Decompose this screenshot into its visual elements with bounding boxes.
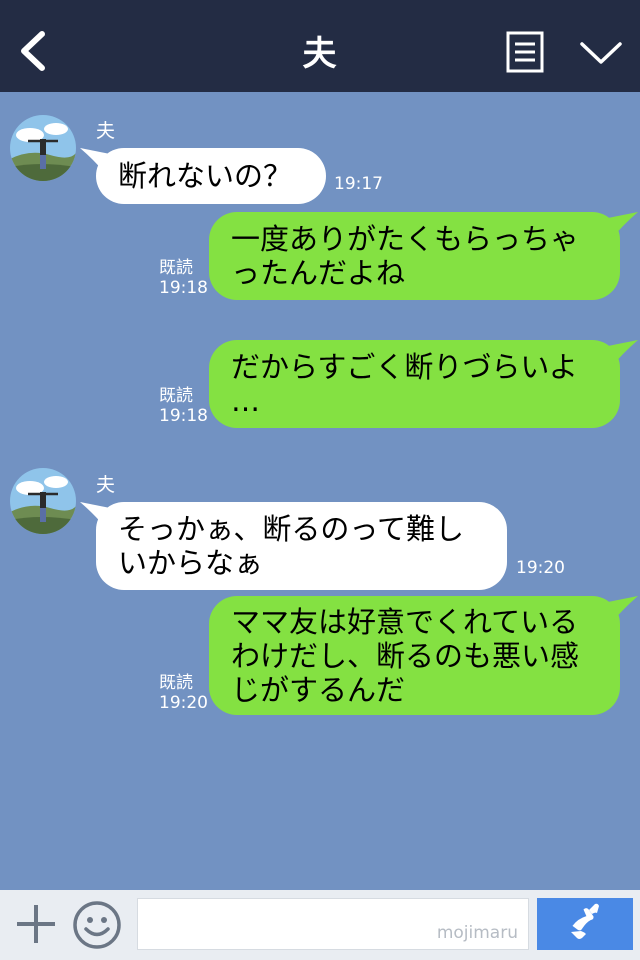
read-status: 既読 <box>159 386 193 406</box>
message-line: ママ友は好意でくれている <box>231 605 579 639</box>
message-time: 19:18 <box>159 406 208 426</box>
message-bubble[interactable]: 一度ありがたくもらっちゃ ったんだよね <box>209 212 638 300</box>
chat-area[interactable]: 夫 断れないの？ 19:17 既読 19:18 一度ありがたくもらっちゃ ったん… <box>0 92 640 890</box>
read-receipt: 既読 19:18 <box>159 386 208 426</box>
watermark-text: mojimaru <box>436 923 518 943</box>
chat-header: 夫 <box>0 0 640 92</box>
message-line: 一度ありがたくもらっちゃ <box>231 222 580 256</box>
message-time: 19:20 <box>159 693 208 713</box>
message-bubble[interactable]: そっかぁ、断るのって難し いからなぁ <box>80 502 507 590</box>
notes-icon[interactable] <box>505 30 545 74</box>
sender-name: 夫 <box>96 120 116 142</box>
bubble-tail <box>80 502 110 526</box>
message-line: そっかぁ、断るのって難し <box>118 512 464 546</box>
message-time: 19:17 <box>334 174 383 194</box>
avatar[interactable] <box>10 468 76 534</box>
read-receipt: 既読 19:20 <box>159 673 208 713</box>
call-button[interactable] <box>537 898 633 950</box>
bubble-tail <box>608 340 638 364</box>
message-bubble[interactable]: だからすごく断りづらいよ … <box>209 340 638 428</box>
avatar-image <box>10 468 76 534</box>
message-line: いからなぁ <box>118 546 264 580</box>
smiley-icon[interactable] <box>72 900 122 950</box>
read-status: 既読 <box>159 673 193 693</box>
read-status: 既読 <box>159 258 193 278</box>
message-line: わけだし、断るのも悪い感 <box>231 639 580 673</box>
message-line: だからすごく断りづらいよ <box>231 350 578 384</box>
avatar-image <box>10 115 76 181</box>
message-time: 19:20 <box>516 558 565 578</box>
sender-name: 夫 <box>96 474 116 496</box>
avatar[interactable] <box>10 115 76 181</box>
bubble-tail <box>608 212 638 236</box>
message-line: … <box>231 384 260 418</box>
input-bar: mojimaru <box>0 890 640 960</box>
message-line: じがするんだ <box>231 673 406 707</box>
message-line: ったんだよね <box>231 256 406 290</box>
message-bubble[interactable]: ママ友は好意でくれている わけだし、断るのも悪い感 じがするんだ <box>209 596 638 715</box>
chevron-down-icon[interactable] <box>578 36 624 68</box>
phone-icon <box>571 903 599 939</box>
message-time: 19:18 <box>159 278 208 298</box>
message-text: 断れないの？ <box>118 159 293 193</box>
bubble-tail <box>80 148 110 172</box>
read-receipt: 既読 19:18 <box>159 258 208 298</box>
message-bubble[interactable]: 断れないの？ <box>80 148 326 204</box>
message-input[interactable]: mojimaru <box>137 898 529 950</box>
plus-icon[interactable] <box>14 902 58 946</box>
bubble-tail <box>608 596 638 620</box>
